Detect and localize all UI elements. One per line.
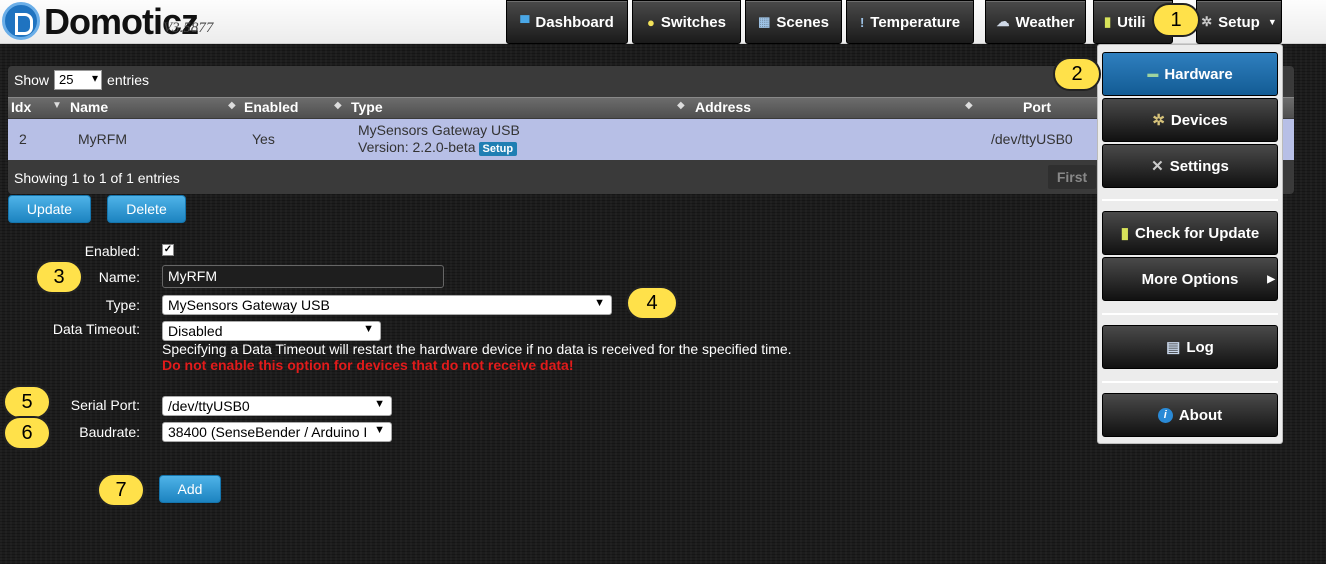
nav-weather[interactable]: ☁ Weather	[985, 0, 1086, 44]
page-size-control: Show 25 entries	[14, 70, 149, 90]
timeout-warning-text: Do not enable this option for devices th…	[162, 357, 574, 373]
gear-icon: ✲	[1201, 14, 1213, 29]
cloud-icon: ☁	[996, 14, 1010, 29]
menu-item-hardware[interactable]: ▬ Hardware	[1102, 52, 1278, 96]
col-enabled[interactable]: Enabled	[244, 99, 298, 115]
nav-scenes[interactable]: ▦ Scenes	[745, 0, 842, 44]
menu-divider	[1102, 313, 1278, 315]
clapper-icon: ▦	[758, 14, 771, 29]
cell-enabled: Yes	[252, 131, 275, 147]
tools-icon: ✕	[1151, 158, 1164, 175]
table-info: Showing 1 to 1 of 1 entries	[14, 170, 180, 186]
serial-port-select[interactable]: /dev/ttyUSB0 ▼	[162, 396, 392, 416]
col-name[interactable]: Name	[70, 99, 108, 115]
nav-temperature[interactable]: ǃ Temperature	[846, 0, 974, 44]
enabled-label: Enabled:	[84, 243, 140, 259]
col-address[interactable]: Address	[695, 99, 751, 115]
chevron-down-icon: ▼	[1267, 17, 1277, 27]
chevron-down-icon: ▼	[363, 323, 374, 335]
data-timeout-select[interactable]: Disabled ▼	[162, 321, 381, 341]
cell-type-line1: MySensors Gateway USB	[358, 122, 520, 138]
callout-3: 3	[35, 260, 83, 294]
log-icon: ▤	[1166, 339, 1181, 356]
battery-icon: ▮	[1104, 14, 1112, 29]
delete-button[interactable]: Delete	[107, 195, 186, 223]
cell-name: MyRFM	[78, 131, 127, 147]
type-label: Type:	[105, 297, 140, 313]
update-icon: ▮	[1120, 225, 1130, 242]
nav-setup[interactable]: ✲ Setup ▼	[1196, 0, 1282, 44]
setup-badge-button[interactable]: Setup	[478, 142, 518, 156]
nav-dashboard[interactable]: ▀ Dashboard	[506, 0, 628, 44]
menu-item-devices[interactable]: ✲ Devices	[1102, 98, 1278, 142]
cell-type-line2: Version: 2.2.0-beta Setup	[358, 139, 518, 156]
hardware-icon: ▬	[1147, 68, 1159, 80]
col-idx[interactable]: Idx	[11, 99, 31, 115]
monitor-icon: ▀	[520, 14, 530, 30]
page-size-select[interactable]: 25	[54, 70, 103, 90]
menu-item-more-options[interactable]: More Options ▶	[1102, 257, 1278, 301]
sort-icon: ◆	[677, 100, 685, 111]
thermometer-icon: ǃ	[859, 14, 865, 30]
chevron-right-icon: ▶	[1267, 273, 1275, 285]
pagination-first[interactable]: First	[1048, 165, 1096, 189]
menu-divider	[1102, 381, 1278, 383]
menu-item-about[interactable]: i About	[1102, 393, 1278, 437]
cell-port: /dev/ttyUSB0	[991, 131, 1073, 147]
update-button[interactable]: Update	[8, 195, 91, 223]
timeout-info-text: Specifying a Data Timeout will restart t…	[162, 341, 792, 357]
sort-icon: ◆	[334, 100, 342, 111]
data-timeout-label: Data Timeout:	[52, 321, 140, 337]
menu-item-settings[interactable]: ✕ Settings	[1102, 144, 1278, 188]
serial-port-label: Serial Port:	[70, 397, 140, 413]
version-label: V3.5877	[163, 20, 214, 36]
callout-2: 2	[1053, 57, 1101, 91]
domoticz-logo[interactable]	[2, 2, 40, 40]
baudrate-label: Baudrate:	[79, 424, 140, 440]
callout-6: 6	[3, 416, 51, 450]
enabled-checkbox[interactable]: ✓	[162, 244, 174, 256]
sort-icon: ◆	[228, 100, 236, 111]
gear-icon: ✲	[1152, 112, 1165, 129]
callout-4: 4	[626, 286, 678, 320]
add-button[interactable]: Add	[159, 475, 221, 503]
col-port[interactable]: Port	[1023, 99, 1051, 115]
type-select[interactable]: MySensors Gateway USB ▼	[162, 295, 612, 315]
menu-divider	[1102, 199, 1278, 201]
sort-icon: ◆	[965, 100, 973, 111]
info-icon: i	[1157, 407, 1173, 423]
menu-item-log[interactable]: ▤ Log	[1102, 325, 1278, 369]
lightbulb-icon: ●	[647, 14, 655, 30]
chevron-down-icon: ▼	[374, 424, 385, 436]
baudrate-select[interactable]: 38400 (SenseBender / Arduino I ▼	[162, 422, 392, 442]
chevron-down-icon: ▼	[594, 297, 605, 309]
sort-desc-icon: ▼	[52, 100, 62, 111]
menu-item-check-update[interactable]: ▮ Check for Update	[1102, 211, 1278, 255]
cell-idx: 2	[19, 131, 27, 147]
name-input[interactable]: MyRFM	[162, 265, 444, 288]
callout-5: 5	[3, 385, 51, 419]
chevron-down-icon: ▼	[374, 398, 385, 410]
callout-1: 1	[1152, 3, 1200, 37]
callout-7: 7	[97, 473, 145, 507]
col-type[interactable]: Type	[351, 99, 383, 115]
nav-switches[interactable]: ● Switches	[632, 0, 741, 44]
